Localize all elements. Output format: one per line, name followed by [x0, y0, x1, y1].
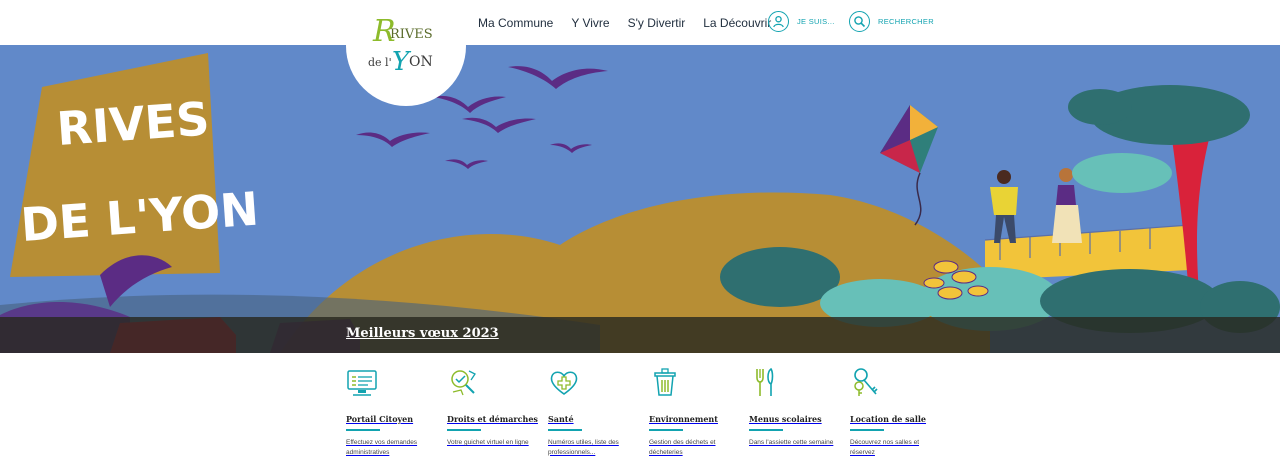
main-nav: Ma Commune Y Vivre S'y Divertir La Décou… — [478, 0, 789, 45]
keys-icon — [854, 368, 878, 396]
document-icon — [451, 370, 476, 396]
service-desc: Dans l'assiette cette semaine — [749, 439, 834, 446]
service-underline — [447, 429, 481, 431]
walking-couple — [990, 168, 1082, 243]
hero-illustration: RIVES DE L'YON — [0, 53, 1280, 353]
user-icon — [768, 11, 789, 32]
search-icon — [849, 11, 870, 32]
logo-line1: RIVES — [390, 27, 433, 42]
service-title: Droits et démarches — [447, 414, 538, 424]
service-environnement[interactable]: Environnement Gestion des déchets et déc… — [649, 366, 739, 457]
caption-bar: Meilleurs vœux 2023 — [0, 317, 1280, 353]
logo-line2: de l' — [368, 56, 392, 69]
nav-y-vivre[interactable]: Y Vivre — [571, 16, 609, 30]
banner-line1: RIVES — [55, 91, 211, 156]
service-desc: Gestion des déchets et décheteries — [649, 439, 716, 456]
search-button[interactable]: RECHERCHER — [849, 11, 934, 32]
service-title: Portail Citoyen — [346, 414, 414, 424]
town-sign: RIVES DE L'YON — [10, 53, 260, 277]
service-desc: Effectuez vos demandes administratives — [346, 439, 418, 456]
cutlery-icon — [756, 367, 774, 396]
service-title: Menus scolaires — [749, 414, 822, 424]
nav-la-decouvrir[interactable]: La Découvrir — [703, 16, 771, 30]
service-desc: Numéros utiles, liste des professionnels… — [548, 439, 619, 456]
service-underline — [548, 429, 582, 431]
service-underline — [850, 429, 884, 431]
service-portail-citoyen[interactable]: Portail Citoyen Effectuez vos demandes a… — [346, 366, 436, 457]
service-underline — [649, 429, 683, 431]
service-title: Santé — [548, 414, 574, 424]
service-underline — [346, 429, 380, 431]
hero-banner[interactable]: RIVES DE L'YON Meilleurs vœux 2023 — [0, 45, 1280, 353]
service-location-salle[interactable]: Location de salle Découvrez nos salles e… — [850, 366, 940, 457]
service-droits-demarches[interactable]: Droits et démarches Votre guichet virtue… — [447, 366, 538, 448]
trash-icon — [654, 368, 676, 396]
account-label: JE SUIS... — [797, 17, 835, 26]
service-underline — [749, 429, 783, 431]
service-title: Environnement — [649, 414, 718, 424]
service-title: Location de salle — [850, 414, 927, 424]
account-button[interactable]: JE SUIS... — [768, 11, 835, 32]
site-logo[interactable]: R RIVES de l' Y ON — [346, 0, 466, 106]
kite — [880, 105, 938, 226]
nav-ma-commune[interactable]: Ma Commune — [478, 16, 553, 30]
service-sante[interactable]: Santé Numéros utiles, liste des professi… — [548, 366, 638, 457]
heart-cross-icon — [550, 371, 578, 395]
computer-icon — [347, 370, 377, 396]
search-label: RECHERCHER — [878, 17, 934, 26]
service-desc: Découvrez nos salles et réservez — [850, 439, 920, 456]
logo-line3: ON — [409, 54, 433, 70]
service-desc: Votre guichet virtuel en ligne — [447, 439, 529, 446]
hero-caption-link[interactable]: Meilleurs vœux 2023 — [346, 326, 499, 341]
quick-services: Portail Citoyen Effectuez vos demandes a… — [346, 366, 966, 466]
site-header: Ma Commune Y Vivre S'y Divertir La Décou… — [0, 0, 1280, 45]
service-menus-scolaires[interactable]: Menus scolaires Dans l'assiette cette se… — [749, 366, 839, 448]
nav-sy-divertir[interactable]: S'y Divertir — [628, 16, 686, 30]
